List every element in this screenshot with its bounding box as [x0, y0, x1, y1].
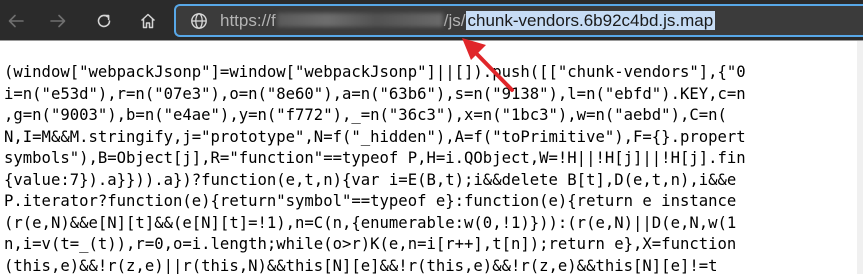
code-line: symbols"),B=Object[j],R="function"==type…	[4, 149, 746, 167]
code-line: ,g=n("9003"),b=n("e4ae"),y=n("f772"),_=n…	[4, 106, 727, 124]
redacted-host	[276, 13, 443, 27]
home-button[interactable]	[134, 7, 162, 35]
code-line: N,I=M&&M.stringify,j="prototype",N=f("_h…	[4, 127, 746, 146]
url-scheme: https://	[220, 11, 272, 30]
code-line: (this,e)&&!r(z,e)||r(this,N)&&this[N][e]…	[4, 256, 718, 274]
source-view[interactable]: (window["webpackJsonp"]=window["webpackJ…	[0, 41, 863, 274]
forward-button[interactable]	[44, 7, 72, 35]
code-line: n,i=v(t=_(t)),r=0,o=i.length;while(o>r)K…	[4, 235, 737, 253]
code-line: {value:7}).a}})).a})?function(e,t,n){var…	[4, 170, 737, 189]
url-selected-text[interactable]: chunk-vendors.6b92c4bd.js.map	[465, 11, 716, 30]
address-bar[interactable]: https://f/js/chunk-vendors.6b92c4bd.js.m…	[174, 4, 863, 37]
url-text[interactable]: https://f/js/chunk-vendors.6b92c4bd.js.m…	[220, 11, 716, 31]
arrow-left-icon	[8, 14, 24, 28]
home-icon	[140, 13, 156, 29]
url-host-start: f	[271, 11, 276, 30]
code-line: i=n("e53d"),r=n("07e3"),o=n("8e60"),a=n(…	[4, 84, 746, 103]
code-line: (window["webpackJsonp"]=window["webpackJ…	[4, 63, 746, 81]
url-path: /js/	[443, 11, 466, 30]
code-line: P.iterator?function(e){return"symbol"==t…	[4, 192, 737, 210]
code-line: (r(e,N)&&e[N][t]&&(e[N][t]=!1),n=C(n,{en…	[4, 213, 737, 232]
refresh-icon	[97, 14, 111, 28]
refresh-button[interactable]	[90, 7, 118, 35]
browser-toolbar: https://f/js/chunk-vendors.6b92c4bd.js.m…	[0, 0, 863, 41]
globe-icon	[191, 13, 207, 29]
back-button[interactable]	[2, 7, 30, 35]
arrow-right-icon	[50, 14, 66, 28]
vertical-scrollbar[interactable]	[857, 41, 863, 274]
